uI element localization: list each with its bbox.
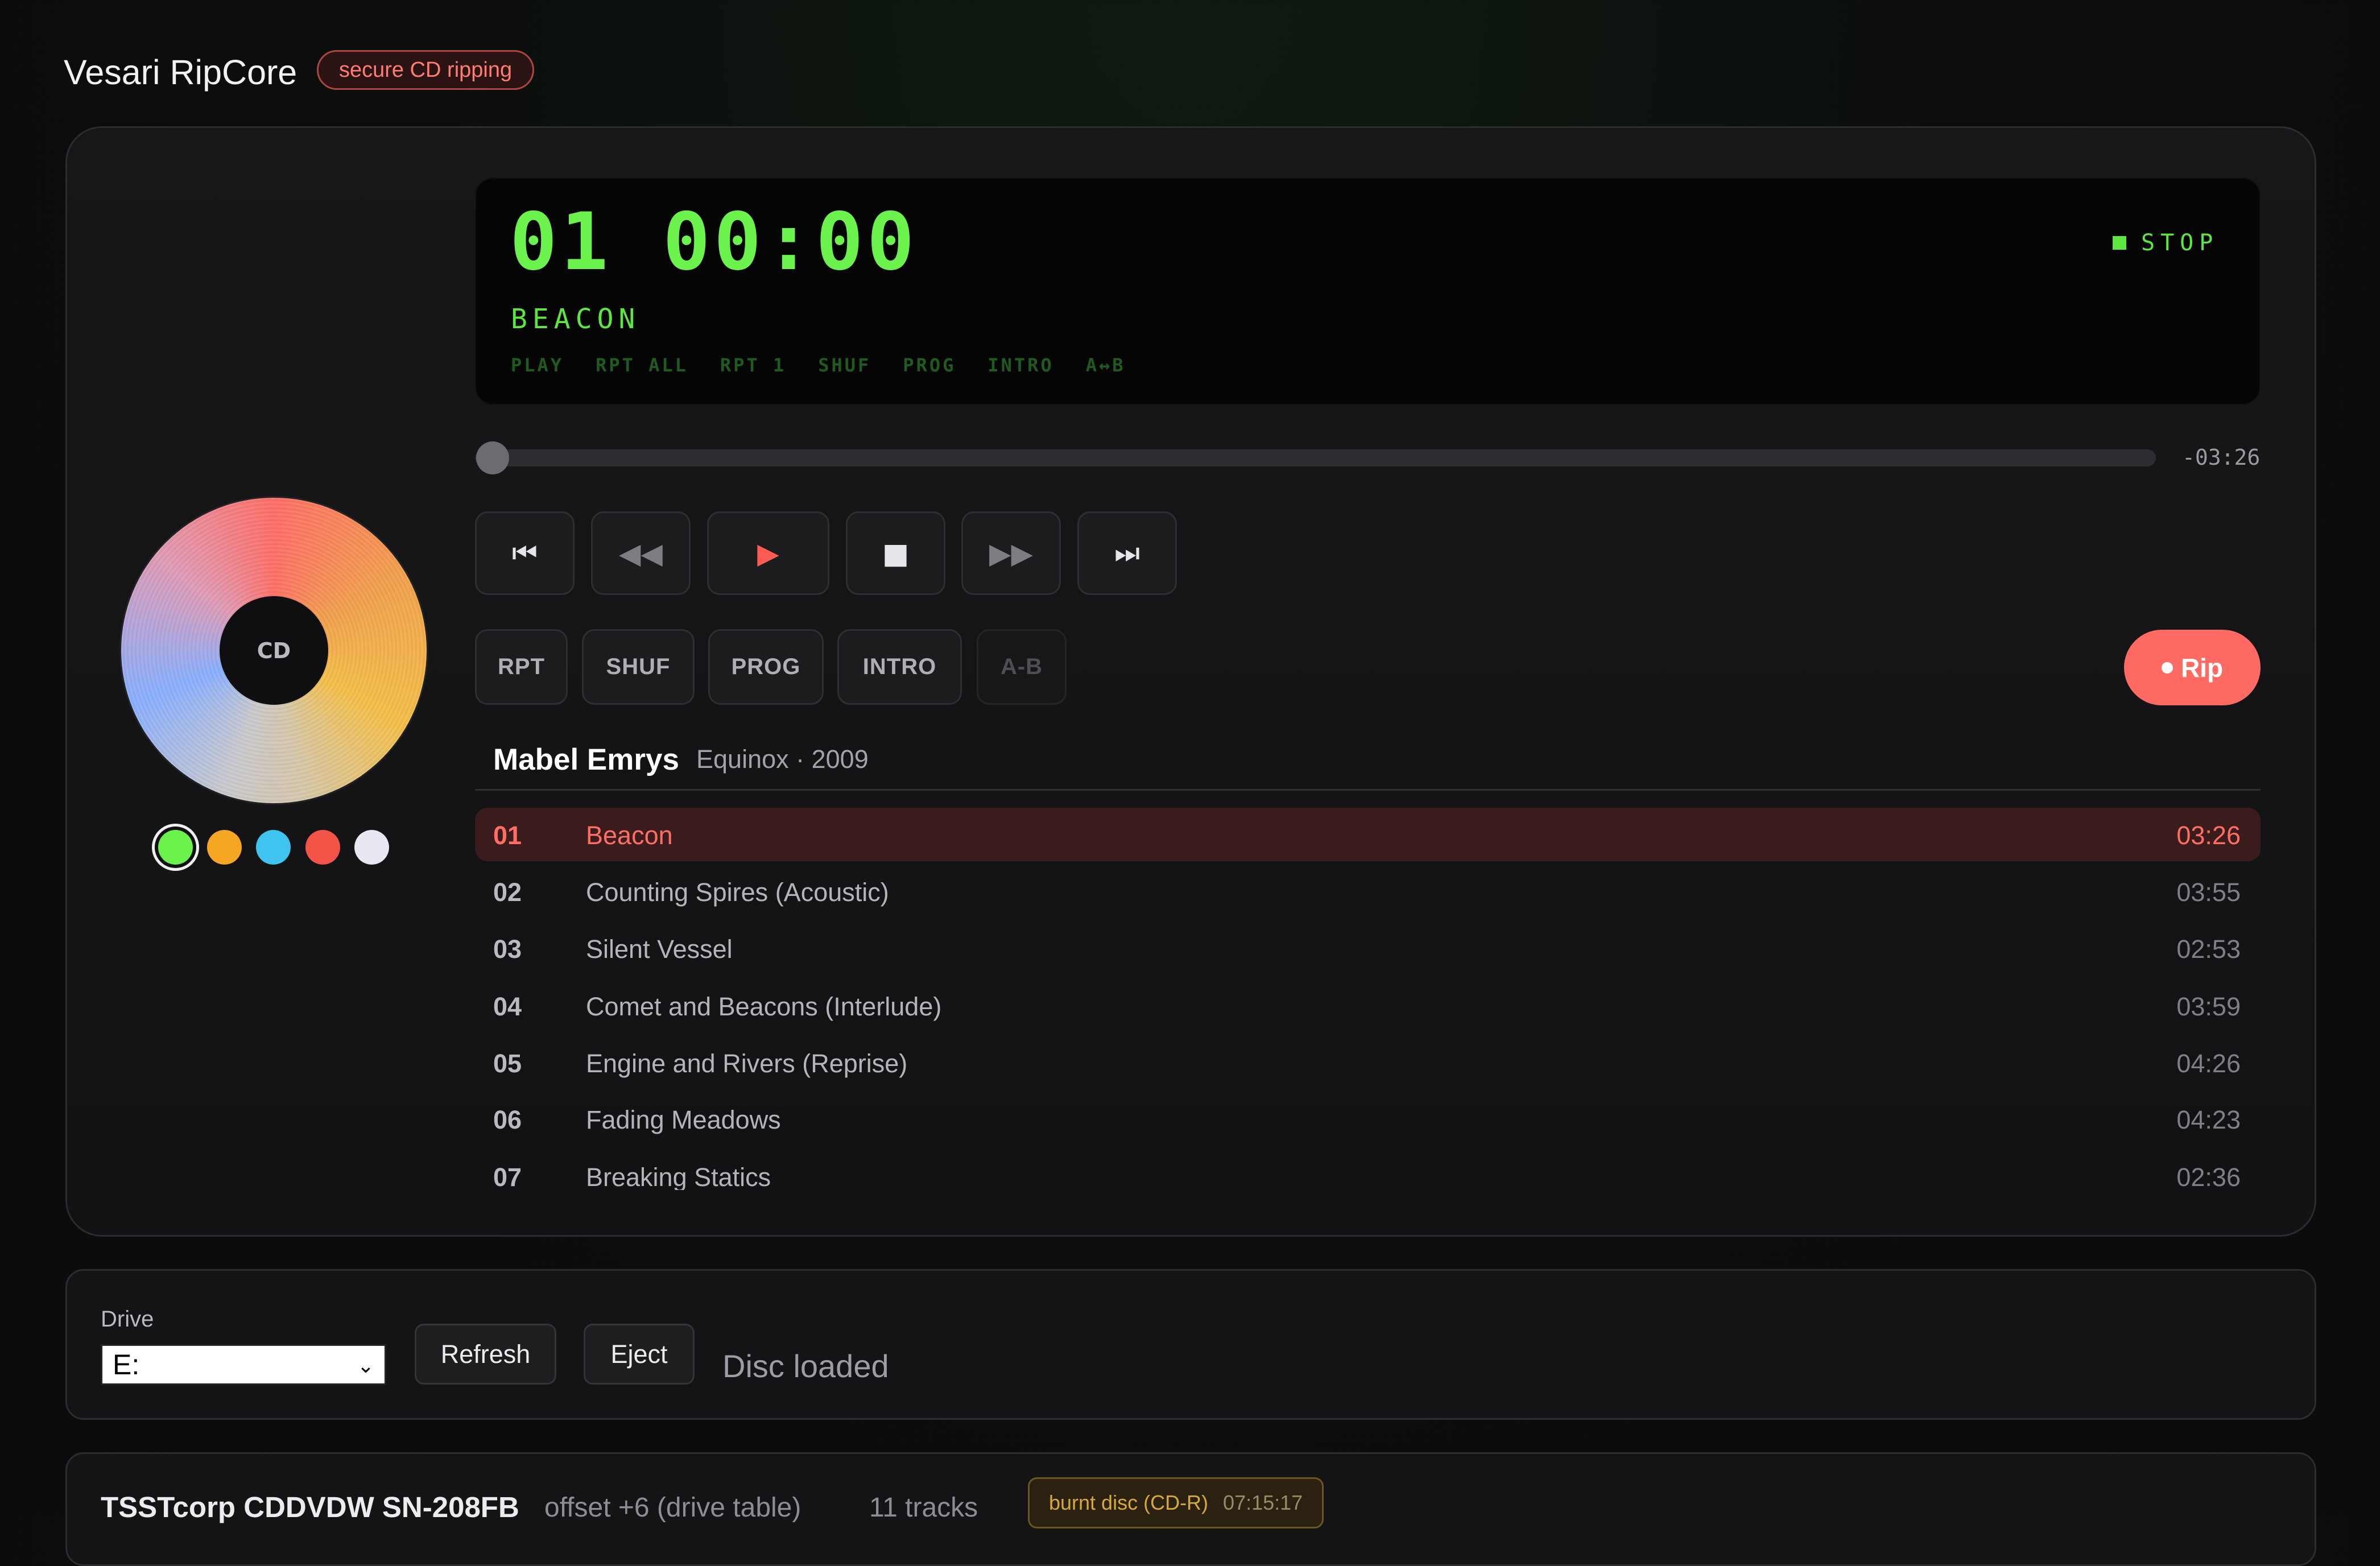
color-swatch-red[interactable] (305, 830, 340, 865)
disc-type-label: burnt disc (CD-R) (1049, 1491, 1209, 1514)
lcd-time: 01 00:00 (510, 203, 918, 282)
track-row[interactable]: 07 Breaking Statics 02:36 (475, 1150, 2261, 1190)
track-number: 05 (493, 1049, 522, 1078)
repeat-button[interactable]: RPT (475, 629, 568, 705)
rewind-icon: ◀◀ (619, 536, 663, 570)
skip-back-icon: ⏮ (512, 536, 538, 569)
next-track-button[interactable]: ⏭ (1077, 511, 1177, 595)
record-dot-icon (2161, 662, 2173, 673)
track-row[interactable]: 02 Counting Spires (Acoustic) 03:55 (475, 865, 2261, 918)
track-list: 01 Beacon 03:26 02 Counting Spires (Acou… (475, 808, 2261, 1190)
track-number: 03 (493, 935, 522, 964)
disc-type-time: 07:15:17 (1223, 1491, 1303, 1514)
rip-button-label: Rip (2180, 652, 2224, 683)
track-title: Fading Meadows (586, 1105, 781, 1134)
ab-repeat-button[interactable]: A-B (977, 629, 1067, 705)
play-icon: ▶ (757, 536, 779, 570)
track-duration: 02:53 (2176, 935, 2241, 964)
lcd-mode-play: PLAY (511, 354, 564, 376)
stop-square-icon (2113, 236, 2126, 250)
refresh-button[interactable]: Refresh (415, 1324, 556, 1385)
track-row[interactable]: 01 Beacon 03:26 (475, 808, 2261, 861)
track-duration: 04:26 (2176, 1049, 2241, 1078)
track-duration: 02:36 (2176, 1163, 2241, 1190)
track-row[interactable]: 04 Comet and Beacons (Interlude) 03:59 (475, 979, 2261, 1032)
intro-button[interactable]: INTRO (837, 629, 962, 705)
play-button[interactable]: ▶ (707, 511, 829, 595)
lcd-mode-repeat-one: RPT 1 (720, 354, 787, 376)
stop-icon: ■ (882, 536, 910, 570)
lcd-mode-shuffle: SHUF (818, 354, 871, 376)
track-number: 02 (493, 878, 522, 907)
secure-ripping-badge: secure CD ripping (317, 50, 535, 90)
track-duration: 03:26 (2176, 821, 2241, 850)
drive-model: TSSTcorp CDDVDW SN-208FB (101, 1491, 519, 1523)
tracklist-divider (475, 789, 2261, 791)
color-swatch-cyan[interactable] (256, 830, 291, 865)
track-title: Counting Spires (Acoustic) (586, 878, 889, 907)
drive-label: Drive (101, 1307, 154, 1332)
previous-track-button[interactable]: ⏮ (475, 511, 575, 595)
chevron-down-icon: ⌄ (357, 1354, 374, 1377)
drive-selected-value: E: (113, 1349, 140, 1381)
track-duration: 03:55 (2176, 878, 2241, 907)
lcd-mode-intro: INTRO (987, 354, 1054, 376)
track-row[interactable]: 03 Silent Vessel 02:53 (475, 922, 2261, 975)
album-artist: Mabel Emrys (493, 743, 679, 776)
skip-forward-icon: ⏭ (1114, 536, 1140, 569)
track-title: Engine and Rivers (Reprise) (586, 1049, 908, 1078)
album-info: Equinox · 2009 (696, 745, 869, 774)
drive-status: Disc loaded (722, 1348, 889, 1384)
disc-hub-label: CD (257, 638, 291, 663)
eject-button[interactable]: Eject (584, 1324, 695, 1385)
track-duration: 04:23 (2176, 1105, 2241, 1134)
track-duration: 03:59 (2176, 992, 2241, 1021)
lcd-mode-repeat-all: RPT ALL (596, 354, 688, 376)
track-title: Silent Vessel (586, 935, 733, 964)
track-count: 11 tracks (869, 1493, 978, 1523)
rip-button[interactable]: Rip (2124, 630, 2261, 705)
track-number: 07 (493, 1163, 522, 1190)
shuffle-button[interactable]: SHUF (582, 629, 695, 705)
stop-button[interactable]: ■ (846, 511, 945, 595)
seek-handle[interactable] (476, 441, 509, 474)
time-remaining: -03:26 (2182, 445, 2261, 470)
track-number: 01 (493, 821, 522, 850)
lcd-mode-ab: A↔B (1085, 354, 1126, 376)
rewind-button[interactable]: ◀◀ (591, 511, 691, 595)
track-row[interactable]: 05 Engine and Rivers (Reprise) 04:26 (475, 1036, 2261, 1089)
app-title: Vesari RipCore (64, 53, 298, 92)
fast-forward-button[interactable]: ▶▶ (961, 511, 1061, 595)
drive-panel (65, 1269, 2316, 1420)
lcd-track-number: 01 (510, 196, 612, 288)
fast-forward-icon: ▶▶ (989, 536, 1033, 570)
program-button[interactable]: PROG (708, 629, 824, 705)
lcd-mode-program: PROG (903, 354, 956, 376)
track-title: Comet and Beacons (Interlude) (586, 992, 942, 1021)
drive-select[interactable]: E: ⌄ (101, 1344, 386, 1385)
track-title: Beacon (586, 821, 673, 850)
lcd-mode-indicators: PLAY RPT ALL RPT 1 SHUF PROG INTRO A↔B (511, 354, 1126, 376)
lcd-state-label: STOP (2141, 230, 2219, 256)
seek-bar[interactable] (475, 449, 2156, 466)
disc-type-badge: burnt disc (CD-R) 07:15:17 (1028, 1477, 1324, 1528)
color-swatch-green[interactable] (158, 830, 193, 865)
lcd-playback-state: STOP (2113, 230, 2218, 256)
lcd-track-name: BEACON (511, 303, 641, 335)
color-swatch-white[interactable] (354, 830, 389, 865)
disc-hub: CD (220, 596, 328, 705)
track-row[interactable]: 06 Fading Meadows 04:23 (475, 1092, 2261, 1146)
track-title: Breaking Statics (586, 1163, 771, 1190)
color-swatch-orange[interactable] (207, 830, 242, 865)
lcd-elapsed-time: 00:00 (663, 196, 918, 288)
track-number: 04 (493, 992, 522, 1021)
track-number: 06 (493, 1105, 522, 1134)
drive-offset: offset +6 (drive table) (544, 1493, 801, 1523)
